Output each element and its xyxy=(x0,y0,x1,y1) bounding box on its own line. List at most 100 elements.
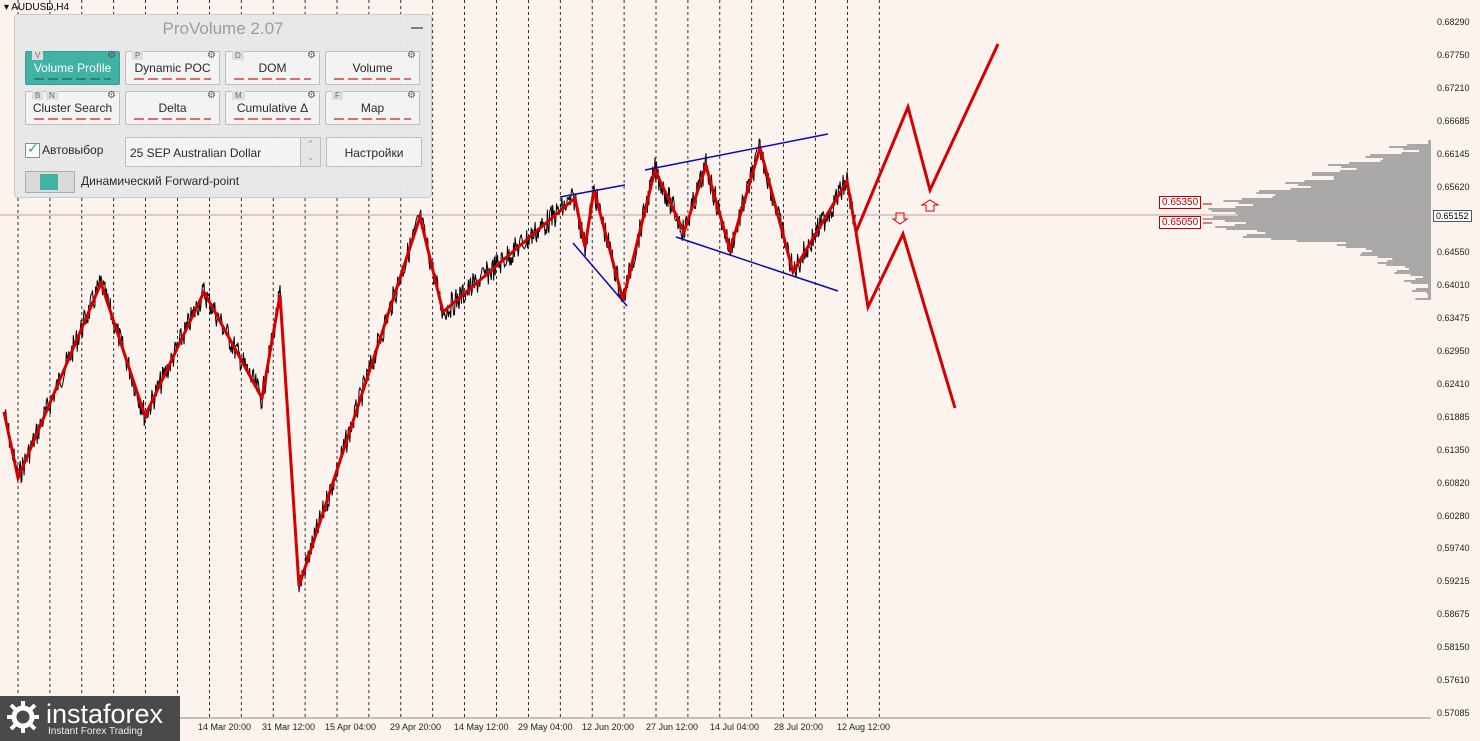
gear-icon[interactable]: ⚙ xyxy=(207,90,216,101)
zigzag-forecast-down xyxy=(854,229,957,409)
panel-button-delta[interactable]: Delta ⚙ xyxy=(125,90,220,125)
symbol-label: AUDUSD,H4 xyxy=(11,2,70,13)
time-tick: 31 Mar 12:00 xyxy=(262,722,316,732)
panel-button-label: Cumulative Δ xyxy=(236,101,309,115)
time-tick: 29 Apr 20:00 xyxy=(390,722,442,732)
instaforex-logo-icon xyxy=(7,701,39,733)
panel-button-cumulative-[interactable]: Cumulative Δ M ⚙ xyxy=(225,90,320,125)
price-axis: 0.68290 0.67750 0.67210 0.66685 0.66145 0.656… xyxy=(1431,0,1480,741)
instrument-value: 25 SEP Australian Dollar xyxy=(130,146,262,160)
price-tick: 0.67210 xyxy=(1437,82,1470,93)
indicator-strip xyxy=(334,78,411,80)
panel-button-label: Cluster Search xyxy=(32,101,113,115)
time-tick: 14 Jul 04:00 xyxy=(710,722,760,732)
panel-button-label: Dynamic POC xyxy=(134,61,211,75)
price-tick: 0.62410 xyxy=(1437,378,1470,389)
hotkey-badge: M xyxy=(232,91,245,100)
symbol-title: ▾ AUDUSD,H4 xyxy=(4,2,70,13)
panel-button-map[interactable]: Map F ⚙ xyxy=(325,90,420,125)
time-tick: 15 Apr 04:00 xyxy=(325,722,377,732)
panel-title: ProVolume 2.07 xyxy=(162,19,284,38)
instrument-select[interactable]: 25 SEP Australian Dollar ⌃ ⌄ xyxy=(125,137,321,167)
panel-button-cluster-search[interactable]: Cluster Search B N ⚙ xyxy=(25,90,120,125)
indicator-strip xyxy=(34,118,111,120)
time-tick: 12 Jun 20:00 xyxy=(582,722,635,732)
price-tick: 0.67750 xyxy=(1437,49,1470,60)
price-tick: 0.59215 xyxy=(1437,576,1470,587)
logo-tagline: Instant Forex Trading xyxy=(48,726,143,737)
panel-button-dynamic-poc[interactable]: Dynamic POC P ⚙ xyxy=(125,50,220,85)
time-tick: 27 Jun 12:00 xyxy=(646,722,699,732)
time-tick: 14 May 12:00 xyxy=(454,722,509,732)
price-tick: 0.68290 xyxy=(1437,17,1470,27)
panel-button-label: Delta xyxy=(158,101,187,115)
time-tick: 12 Aug 12:00 xyxy=(837,722,891,732)
forward-point-toggle[interactable] xyxy=(25,171,75,193)
price-tick: 0.64010 xyxy=(1437,280,1470,291)
volume-profile-histogram xyxy=(1202,140,1431,300)
hotkey-badge: F xyxy=(332,91,343,100)
gear-icon[interactable]: ⚙ xyxy=(107,50,116,61)
indicator-strip xyxy=(234,118,311,120)
level-ticks xyxy=(1203,203,1212,224)
panel-button-label: Volume xyxy=(352,61,393,75)
hotkey-badge: P xyxy=(132,51,144,60)
zigzag-forecast-up xyxy=(854,43,1000,233)
panel-button-volume[interactable]: Volume ⚙ xyxy=(325,50,420,85)
indicator-strip xyxy=(234,78,311,80)
zigzag-history xyxy=(2,142,858,587)
time-tick: 28 Jul 20:00 xyxy=(774,722,824,732)
price-tick: 0.59740 xyxy=(1437,543,1470,554)
panel-button-label: DOM xyxy=(258,61,287,75)
instaforex-logo: instaforex Instant Forex Trading xyxy=(0,696,180,741)
gear-icon[interactable]: ⚙ xyxy=(407,90,416,101)
time-tick: 14 Mar 20:00 xyxy=(198,722,252,732)
price-series xyxy=(3,138,856,593)
indicator-strip xyxy=(134,78,211,80)
price-tick: 0.61350 xyxy=(1437,444,1470,455)
panel-button-volume-profile[interactable]: Volume Profile V ⚙ xyxy=(25,50,120,85)
time-tick: 29 May 04:00 xyxy=(518,722,573,732)
price-tick: 0.58150 xyxy=(1437,642,1470,653)
price-tick: 0.63475 xyxy=(1437,313,1470,324)
settings-label: Настройки xyxy=(344,146,404,160)
gear-icon[interactable]: ⚙ xyxy=(307,90,316,101)
settings-button[interactable]: Настройки xyxy=(326,137,422,167)
autoselect-checkbox[interactable]: ✓ xyxy=(25,140,40,158)
price-tick: 0.60820 xyxy=(1437,477,1470,488)
gear-icon[interactable]: ⚙ xyxy=(307,50,316,61)
gear-icon[interactable]: ⚙ xyxy=(207,50,216,61)
price-tick: 0.65620 xyxy=(1437,181,1470,192)
price-tick: 0.64550 xyxy=(1437,247,1470,258)
indicator-strip xyxy=(134,118,211,120)
indicator-strip xyxy=(34,78,111,80)
forward-point-label: Динамический Forward-point xyxy=(81,174,240,188)
price-tick: 0.57610 xyxy=(1437,675,1470,685)
price-tick: 0.60280 xyxy=(1437,510,1470,521)
forecast-arrows xyxy=(891,199,940,225)
price-tick: 0.62950 xyxy=(1437,346,1470,356)
hotkey-badge: D xyxy=(232,51,244,60)
price-tick: 0.58675 xyxy=(1437,609,1470,620)
current-price-badge: 0.65152 xyxy=(1433,210,1472,222)
hotkey-badge: N xyxy=(46,91,58,100)
indicator-strip xyxy=(334,118,411,120)
panel-button-label: Map xyxy=(360,101,385,115)
autoselect-label: Автовыбор xyxy=(42,143,104,157)
panel-button-dom[interactable]: DOM D ⚙ xyxy=(225,50,320,85)
provolume-panel: ProVolume 2.07 Volume Profile V ⚙ Dynamic P… xyxy=(14,14,432,198)
price-tick: 0.66685 xyxy=(1437,115,1470,126)
price-tick: 0.61885 xyxy=(1437,411,1470,422)
level-label-lower: 0.65050 xyxy=(1159,216,1202,229)
gear-icon[interactable]: ⚙ xyxy=(407,50,416,61)
hotkey-badge: V xyxy=(32,51,44,60)
gear-icon[interactable]: ⚙ xyxy=(107,90,116,101)
hotkey-badge: B xyxy=(32,91,44,100)
level-label-upper: 0.65350 xyxy=(1159,196,1202,209)
check-icon: ✓ xyxy=(27,140,39,156)
minimize-icon[interactable] xyxy=(411,27,423,29)
panel-button-label: Volume Profile xyxy=(33,61,112,75)
price-tick: 0.66145 xyxy=(1437,148,1470,159)
price-tick: 0.57085 xyxy=(1437,707,1470,718)
spinner-icon[interactable]: ⌃ ⌄ xyxy=(300,138,320,166)
